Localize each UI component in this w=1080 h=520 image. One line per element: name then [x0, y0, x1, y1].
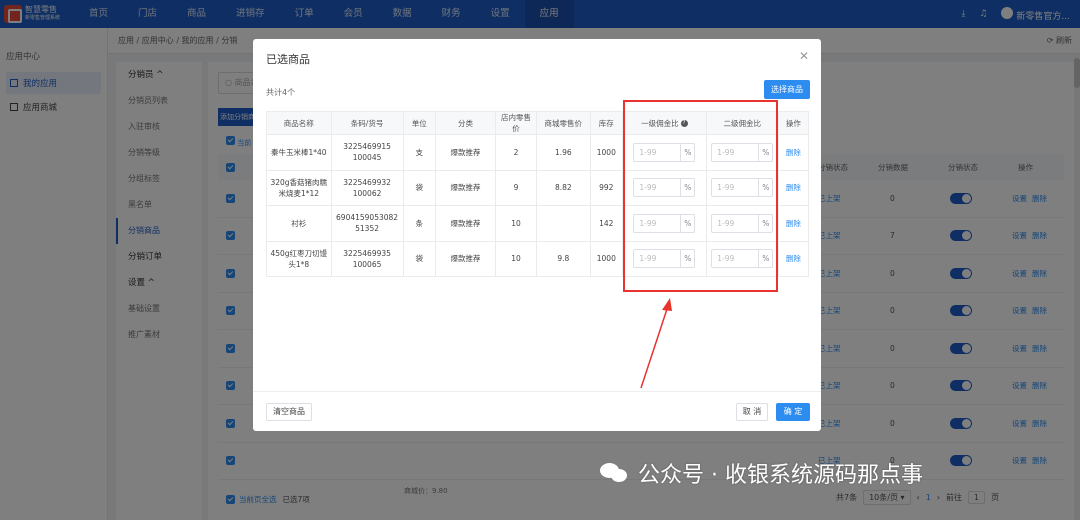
watermark: 公众号 · 收银系统源码那点事 [600, 457, 923, 489]
wechat-icon [600, 461, 630, 485]
watermark-text: 公众号 · 收银系统源码那点事 [638, 463, 923, 488]
annotation-arrow [640, 298, 672, 389]
